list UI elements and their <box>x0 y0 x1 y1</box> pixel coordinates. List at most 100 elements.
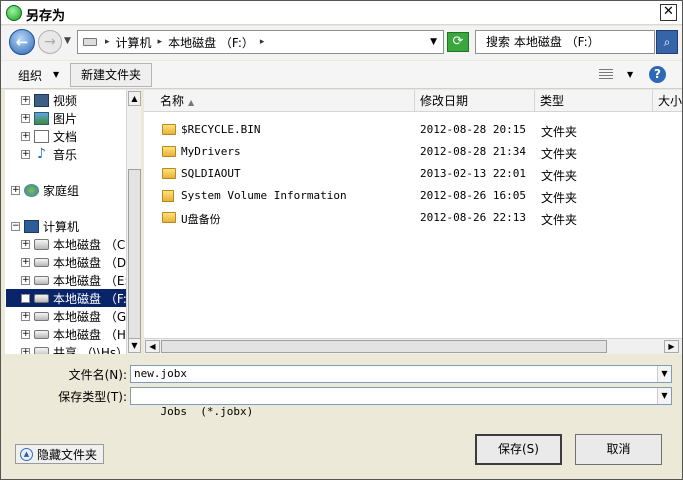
tree-item-computer[interactable]: − 计算机 <box>11 217 79 235</box>
navigation-scrollbar[interactable]: ▲ ▼ <box>126 90 141 354</box>
expand-icon[interactable]: + <box>21 149 30 159</box>
sort-ascending-icon: ▲ <box>188 98 195 107</box>
breadcrumb-computer[interactable]: 计算机 <box>116 34 152 51</box>
address-bar[interactable]: ▸ 计算机 ▸ 本地磁盘 （F:） ▸ ▼ <box>77 30 444 54</box>
music-icon: ♪ <box>37 145 46 162</box>
filename-input[interactable]: new.jobx ▼ <box>130 365 672 383</box>
folder-icon <box>162 124 176 135</box>
computer-icon <box>24 219 39 233</box>
file-row[interactable]: U盘备份 2012-08-26 22:13 文件夹 <box>144 207 682 229</box>
breadcrumb-current-drive[interactable]: 本地磁盘 （F:） <box>168 34 254 51</box>
tree-item-pictures[interactable]: + 图片 <box>21 109 77 127</box>
new-folder-button[interactable]: 新建文件夹 <box>70 63 153 87</box>
expand-icon[interactable]: + <box>21 293 30 303</box>
close-button[interactable]: ✕ <box>660 4 677 21</box>
tree-item-drive-f[interactable]: + 本地磁盘 （F: <box>6 289 126 307</box>
column-header-name[interactable]: 名称 ▲ <box>144 90 415 112</box>
folder-icon <box>162 212 176 223</box>
expand-icon[interactable]: + <box>21 239 30 249</box>
drive-icon <box>34 311 49 321</box>
chevron-up-icon: ▲ <box>20 447 33 461</box>
file-list-scrollbar[interactable]: ◀ ▶ <box>144 338 682 354</box>
cancel-button[interactable]: 取消 <box>575 434 662 465</box>
file-row[interactable]: SQLDIAOUT 2013-02-13 22:01 文件夹 <box>144 163 682 185</box>
back-button[interactable]: ← <box>9 29 35 55</box>
drive-icon <box>34 257 49 267</box>
column-header-type[interactable]: 类型 <box>535 90 653 112</box>
expand-icon[interactable]: + <box>21 275 30 285</box>
filename-label: 文件名(N): <box>68 368 127 382</box>
file-row[interactable]: MyDrivers 2012-08-28 21:34 文件夹 <box>144 141 682 163</box>
scrollbar-thumb[interactable] <box>161 340 607 353</box>
help-icon[interactable]: ? <box>649 66 666 83</box>
file-row[interactable]: System Volume Information 2012-08-26 16:… <box>144 185 682 207</box>
drive-icon <box>34 329 49 339</box>
filetype-label: 保存类型(T): <box>58 390 127 404</box>
tree-item-music[interactable]: + ♪ 音乐 <box>21 145 77 163</box>
view-dropdown-icon[interactable]: ▼ <box>627 70 633 79</box>
drive-icon <box>34 293 49 303</box>
recent-locations-dropdown[interactable]: ▼ <box>64 36 71 46</box>
tree-item-videos[interactable]: + 视频 <box>21 91 77 109</box>
window-title: 另存为 <box>26 9 66 24</box>
tree-item-network-share[interactable]: + 共享 （\\Hs） <box>21 343 126 354</box>
expand-icon[interactable]: + <box>11 185 20 195</box>
network-drive-icon <box>34 346 49 354</box>
file-list: 名称 ▲ 修改日期 类型 大小 $RECYCLE.BIN 2012-08-28 2… <box>144 90 682 354</box>
expand-icon[interactable]: + <box>21 113 30 123</box>
address-row: ← → ▼ ▸ 计算机 ▸ 本地磁盘 （F:） ▸ ▼ ⟳ 搜索 本地磁盘 （F… <box>1 26 682 60</box>
refresh-button[interactable]: ⟳ <box>447 32 469 52</box>
title-bar: 另存为 ✕ <box>1 1 682 25</box>
collapse-icon[interactable]: − <box>11 221 20 231</box>
system-drive-icon <box>34 238 49 250</box>
expand-icon[interactable]: + <box>21 329 30 339</box>
breadcrumb-arrow-icon[interactable]: ▸ <box>158 37 163 47</box>
tree-item-drive-g[interactable]: + 本地磁盘 （G: <box>21 307 126 325</box>
hide-folders-button[interactable]: ▲ 隐藏文件夹 <box>15 444 105 464</box>
tree-item-drive-e[interactable]: + 本地磁盘 （E: <box>21 271 126 289</box>
tree-item-drive-c[interactable]: + 本地磁盘 （C: <box>21 235 126 253</box>
homegroup-icon <box>24 183 39 197</box>
organize-menu[interactable]: 组织 <box>18 67 42 84</box>
video-icon <box>34 93 49 107</box>
toolbar: 组织 ▼ 新建文件夹 ▼ ? <box>1 61 682 89</box>
organize-dropdown-icon[interactable]: ▼ <box>53 70 59 79</box>
column-header-size[interactable]: 大小 <box>653 90 682 112</box>
save-button[interactable]: 保存(S) <box>475 434 562 465</box>
address-dropdown-icon[interactable]: ▼ <box>430 37 437 47</box>
search-icon[interactable]: ⌕ <box>656 30 678 54</box>
scroll-right-icon[interactable]: ▶ <box>664 340 679 353</box>
scrollbar-thumb[interactable] <box>128 169 141 341</box>
filetype-select[interactable]: Jobs (*.jobx) ▼ <box>130 387 672 418</box>
navigation-pane: + 视频 + 图片 + 文档 + ♪ 音乐 + 家庭组 − 计算机 + 本地磁盘… <box>5 90 126 354</box>
view-mode-icon[interactable] <box>599 69 613 80</box>
expand-icon[interactable]: + <box>21 347 30 354</box>
save-as-dialog: 另存为 ✕ ← → ▼ ▸ 计算机 ▸ 本地磁盘 （F:） ▸ ▼ ⟳ 搜索 本… <box>0 0 683 480</box>
expand-icon[interactable]: + <box>21 257 30 267</box>
tree-item-documents[interactable]: + 文档 <box>21 127 77 145</box>
chevron-down-icon[interactable]: ▼ <box>657 388 671 404</box>
folder-icon <box>162 146 176 157</box>
drive-icon <box>34 275 49 285</box>
column-header-modified[interactable]: 修改日期 <box>415 90 535 112</box>
forward-button[interactable]: → <box>38 30 62 54</box>
documents-icon <box>34 129 49 143</box>
chevron-down-icon[interactable]: ▼ <box>657 366 671 382</box>
expand-icon[interactable]: + <box>21 131 30 141</box>
tree-item-drive-h[interactable]: + 本地磁盘 （H: <box>21 325 126 343</box>
file-row[interactable]: $RECYCLE.BIN 2012-08-28 20:15 文件夹 <box>144 119 682 141</box>
expand-icon[interactable]: + <box>21 311 30 321</box>
drive-icon <box>83 38 97 46</box>
search-input[interactable]: 搜索 本地磁盘 （F:） <box>475 30 655 54</box>
locked-folder-icon <box>162 190 174 202</box>
scroll-down-icon[interactable]: ▼ <box>128 338 141 353</box>
pictures-icon <box>34 111 49 125</box>
scroll-left-icon[interactable]: ◀ <box>145 340 160 353</box>
scroll-up-icon[interactable]: ▲ <box>128 91 141 106</box>
tree-item-drive-d[interactable]: + 本地磁盘 （D: <box>21 253 126 271</box>
breadcrumb-arrow-icon[interactable]: ▸ <box>260 37 265 47</box>
folder-icon <box>162 168 176 179</box>
tree-item-homegroup[interactable]: + 家庭组 <box>11 181 79 199</box>
expand-icon[interactable]: + <box>21 95 30 105</box>
breadcrumb-arrow-icon[interactable]: ▸ <box>105 37 110 47</box>
